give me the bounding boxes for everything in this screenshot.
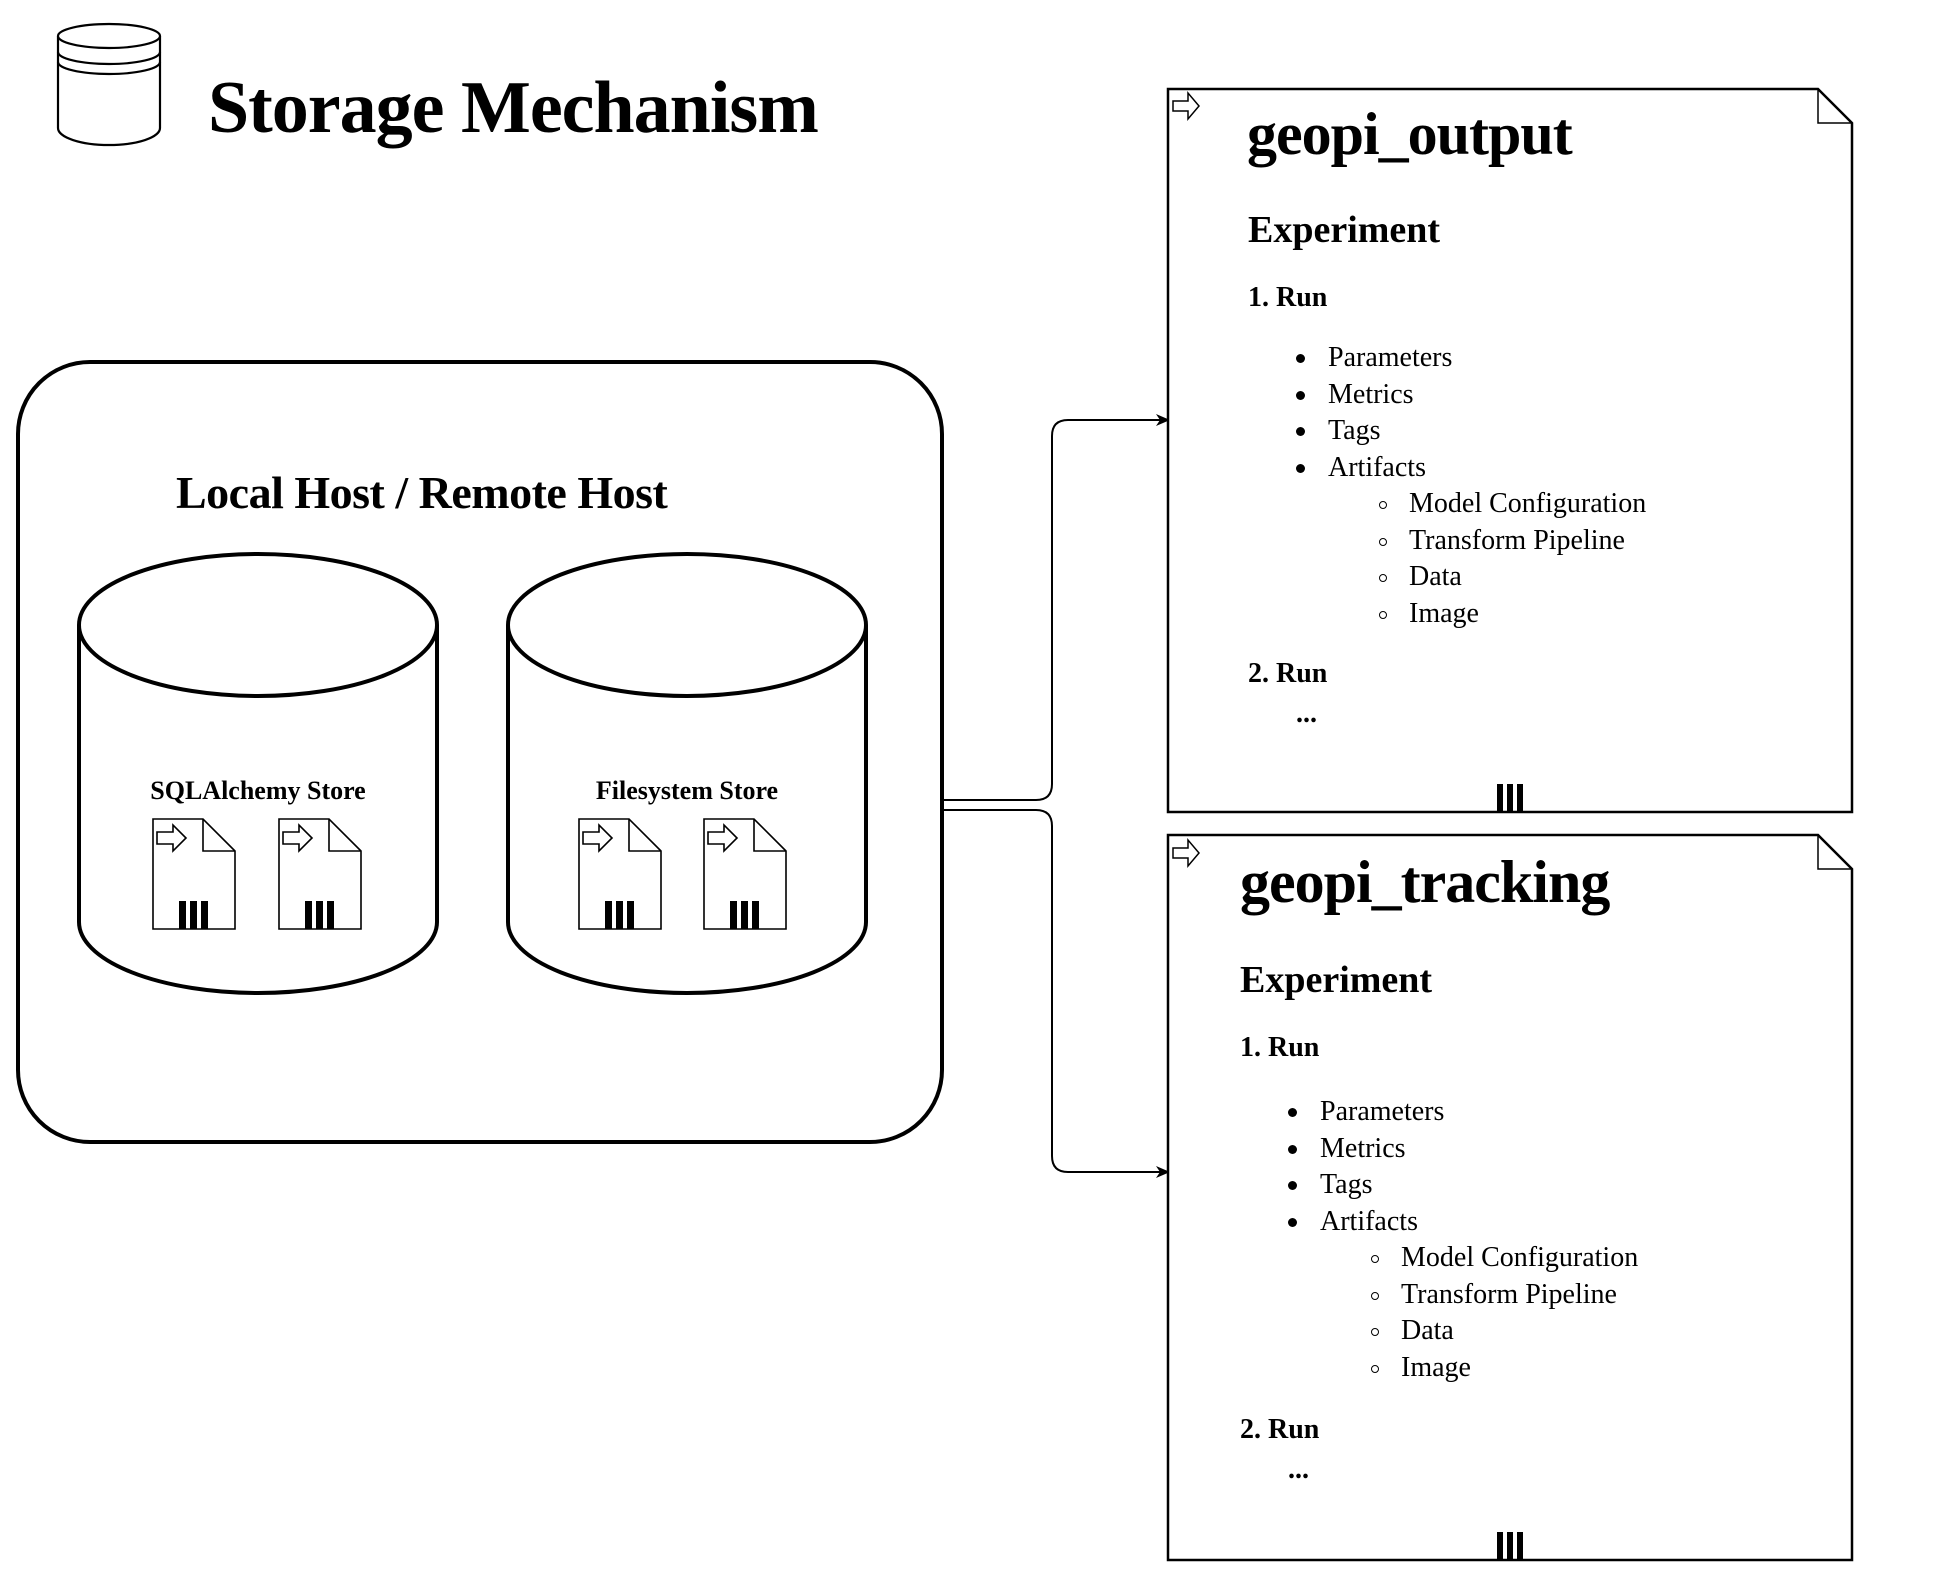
run-heading: 1. Run — [1240, 1032, 1320, 1063]
run-heading: 1. Run — [1248, 282, 1328, 313]
run-heading: 2. Run — [1240, 1414, 1320, 1445]
list-item: Metrics — [1296, 377, 1646, 414]
list-item: Tags — [1296, 413, 1646, 450]
list-item: Data — [1296, 559, 1646, 596]
document-title: geopi_output — [1247, 101, 1573, 167]
list-item: Artifacts — [1288, 1204, 1638, 1241]
list-item: Model Configuration — [1288, 1240, 1638, 1277]
database-cylinder-icon — [77, 552, 439, 995]
list-item: Transform Pipeline — [1288, 1277, 1638, 1314]
list-item: Transform Pipeline — [1296, 523, 1646, 560]
database-cylinder-icon — [506, 552, 868, 995]
store-label-sqlalchemy: SQLAlchemy Store — [150, 776, 366, 805]
list-item: Model Configuration — [1296, 486, 1646, 523]
database-icon — [56, 22, 162, 147]
list-item: Image — [1288, 1350, 1638, 1387]
list-item: Tags — [1288, 1167, 1638, 1204]
ellipsis: ... — [1296, 698, 1317, 729]
list-item: Parameters — [1296, 340, 1646, 377]
ellipsis: ... — [1288, 1454, 1309, 1485]
run-item-list: Parameters Metrics Tags Artifacts Model … — [1288, 1094, 1638, 1386]
connector-arrow-tracking — [942, 809, 1170, 1178]
experiment-heading: Experiment — [1240, 959, 1433, 1001]
list-item: Metrics — [1288, 1131, 1638, 1168]
run-heading: 2. Run — [1248, 658, 1328, 689]
page-title: Storage Mechanism — [208, 67, 819, 149]
run-item-list: Parameters Metrics Tags Artifacts Model … — [1296, 340, 1646, 632]
host-label: Local Host / Remote Host — [176, 467, 668, 518]
connector-arrow-output — [942, 414, 1170, 801]
document-title: geopi_tracking — [1240, 849, 1610, 915]
list-item: Artifacts — [1296, 450, 1646, 487]
list-item: Data — [1288, 1313, 1638, 1350]
list-item: Image — [1296, 596, 1646, 633]
store-label-filesystem: Filesystem Store — [595, 776, 779, 805]
list-item: Parameters — [1288, 1094, 1638, 1131]
experiment-heading: Experiment — [1248, 209, 1441, 251]
